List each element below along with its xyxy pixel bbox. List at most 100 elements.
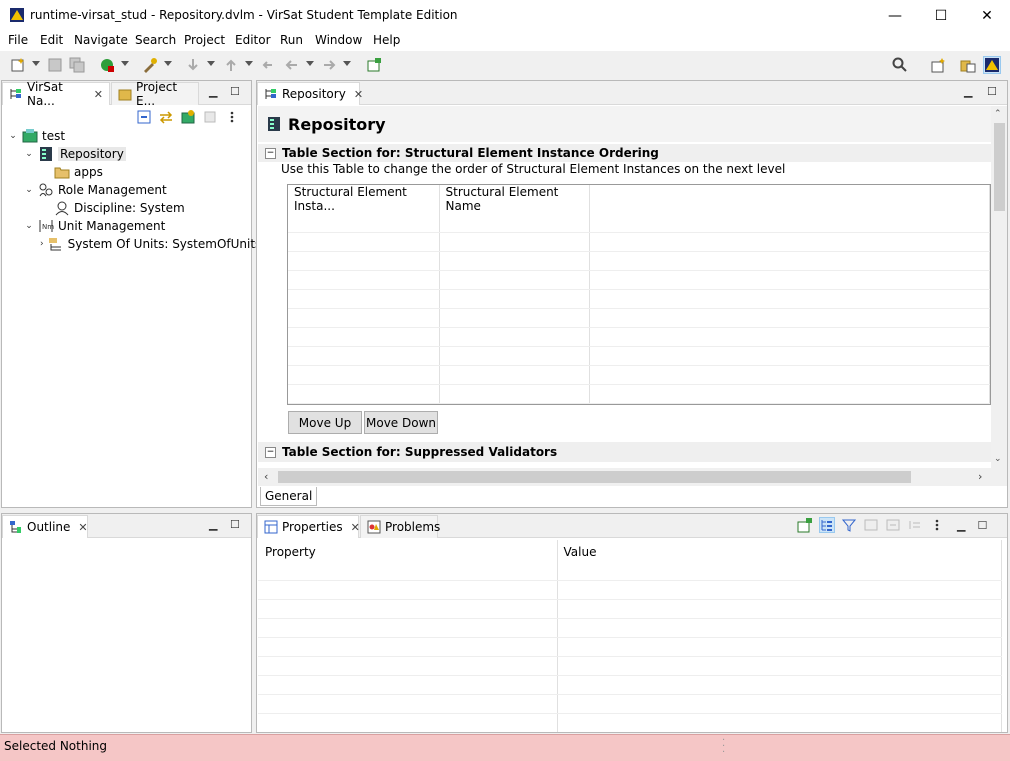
tree-item-discipline[interactable]: Discipline: System [6, 199, 251, 217]
forward-dropdown-icon[interactable] [343, 61, 351, 66]
minimize-view-icon[interactable]: ▁ [209, 518, 217, 531]
new-dropdown-icon[interactable] [32, 61, 40, 66]
table-row[interactable] [288, 289, 990, 309]
move-down-button[interactable]: Move Down [364, 411, 438, 434]
close-tab-icon[interactable]: ✕ [354, 88, 363, 101]
table-row[interactable] [258, 618, 1002, 638]
table-row[interactable] [288, 346, 990, 366]
maximize-view-icon[interactable]: ☐ [230, 518, 240, 531]
maximize-view-icon[interactable]: ☐ [230, 85, 240, 98]
run-dropdown-icon[interactable] [121, 61, 129, 66]
tool-dropdown-icon[interactable] [164, 61, 172, 66]
tree-item-system-of-units[interactable]: › System Of Units: SystemOfUnits [6, 235, 261, 253]
collapse-icon[interactable]: − [265, 147, 276, 159]
table-row[interactable] [258, 675, 1002, 695]
tree-item-test[interactable]: ⌄ test [6, 127, 251, 145]
properties-table[interactable]: Property Value [258, 540, 1002, 732]
close-tab-icon[interactable]: ✕ [351, 521, 360, 534]
menu-run[interactable]: Run [280, 33, 303, 47]
view-menu-icon[interactable] [929, 517, 945, 533]
table-row[interactable] [258, 599, 1002, 619]
tree-item-apps[interactable]: apps [6, 163, 251, 181]
menu-navigate[interactable]: Navigate [74, 33, 128, 47]
ordering-table[interactable]: Structural Element Insta... Structural E… [287, 184, 991, 405]
prev-annotation-icon[interactable] [222, 56, 240, 74]
maximize-view-icon[interactable]: ☐ [977, 519, 987, 532]
minimize-view-icon[interactable]: ▁ [957, 519, 965, 532]
close-tab-icon[interactable]: ✕ [78, 521, 87, 534]
menu-help[interactable]: Help [373, 33, 400, 47]
chevron-down-icon[interactable]: ⌄ [24, 149, 34, 159]
tab-general[interactable]: General [260, 487, 318, 506]
table-row[interactable] [288, 251, 990, 271]
maximize-button[interactable]: ☐ [918, 0, 964, 31]
prev-annotation-dropdown-icon[interactable] [245, 61, 253, 66]
column-header-property[interactable]: Property [258, 540, 558, 581]
tree-item-repository[interactable]: ⌄ Repository [6, 145, 251, 163]
menu-edit[interactable]: Edit [40, 33, 63, 47]
chevron-down-icon[interactable]: ⌄ [24, 221, 34, 231]
advanced-icon[interactable] [863, 517, 879, 533]
tree-item-role-management[interactable]: ⌄ Role Management [6, 181, 251, 199]
run-icon[interactable] [98, 56, 116, 74]
table-row[interactable] [288, 384, 990, 404]
tab-properties[interactable]: Properties ✕ [257, 515, 360, 538]
scroll-right-icon[interactable]: › [978, 470, 982, 483]
open-perspective-icon[interactable] [365, 56, 383, 74]
horizontal-scrollbar[interactable]: ‹ › [258, 468, 1007, 486]
filter-icon[interactable] [841, 517, 857, 533]
menu-editor[interactable]: Editor [235, 33, 271, 47]
scroll-left-icon[interactable]: ‹ [264, 470, 268, 483]
back-icon[interactable] [283, 56, 301, 74]
show-categories-icon[interactable] [819, 517, 835, 533]
menu-project[interactable]: Project [184, 33, 225, 47]
table-row[interactable] [258, 637, 1002, 657]
vertical-scrollbar[interactable]: ⌃ ⌄ [991, 106, 1007, 468]
collapse-all-icon[interactable] [136, 109, 152, 125]
collapse-icon[interactable]: − [265, 446, 276, 458]
close-button[interactable]: ✕ [964, 0, 1010, 31]
table-row[interactable] [288, 232, 990, 252]
section-suppressed-validators-header[interactable]: − Table Section for: Suppressed Validato… [258, 442, 991, 462]
search-icon[interactable] [891, 56, 909, 74]
pin-icon[interactable] [797, 517, 813, 533]
table-row[interactable] [258, 694, 1002, 714]
table-row[interactable] [288, 213, 990, 233]
minimize-view-icon[interactable]: ▁ [209, 85, 217, 98]
scroll-up-icon[interactable]: ⌃ [994, 109, 1002, 119]
maximize-view-icon[interactable]: ☐ [987, 85, 997, 98]
resource-perspective-icon[interactable] [959, 56, 977, 74]
repository-action-icon[interactable] [180, 109, 196, 125]
copy-icon[interactable] [907, 517, 923, 533]
back-dropdown-icon[interactable] [306, 61, 314, 66]
table-row[interactable] [288, 270, 990, 290]
scrollbar-thumb[interactable] [278, 471, 911, 483]
table-row[interactable] [258, 713, 1002, 732]
tree-item-unit-management[interactable]: ⌄ Nm Unit Management [6, 217, 251, 235]
column-header-value[interactable]: Value [557, 540, 1002, 581]
open-perspective-dialog-icon[interactable] [929, 56, 947, 74]
chevron-right-icon[interactable]: › [40, 239, 44, 249]
table-row[interactable] [288, 308, 990, 328]
last-edit-icon[interactable] [259, 56, 277, 74]
table-row[interactable] [288, 365, 990, 385]
table-row[interactable] [288, 327, 990, 347]
column-header-instance[interactable]: Structural Element Insta... [288, 185, 440, 213]
column-header-name[interactable]: Structural Element Name [439, 185, 590, 213]
table-row[interactable] [258, 580, 1002, 600]
menu-window[interactable]: Window [315, 33, 362, 47]
view-menu-icon[interactable] [224, 109, 240, 125]
link-editor-icon[interactable] [158, 109, 174, 125]
restore-default-icon[interactable] [885, 517, 901, 533]
scrollbar-thumb[interactable] [994, 123, 1005, 211]
new-icon[interactable] [9, 56, 27, 74]
chevron-down-icon[interactable]: ⌄ [8, 131, 18, 141]
tab-project-explorer[interactable]: Project E... [111, 80, 199, 108]
section-structural-ordering-header[interactable]: − Table Section for: Structural Element … [258, 144, 991, 162]
menu-file[interactable]: File [8, 33, 28, 47]
minimize-button[interactable]: — [872, 0, 918, 31]
tab-outline[interactable]: Outline ✕ [2, 515, 88, 538]
close-tab-icon[interactable]: ✕ [94, 88, 103, 101]
table-row[interactable] [258, 656, 1002, 676]
save-all-icon[interactable] [68, 56, 86, 74]
